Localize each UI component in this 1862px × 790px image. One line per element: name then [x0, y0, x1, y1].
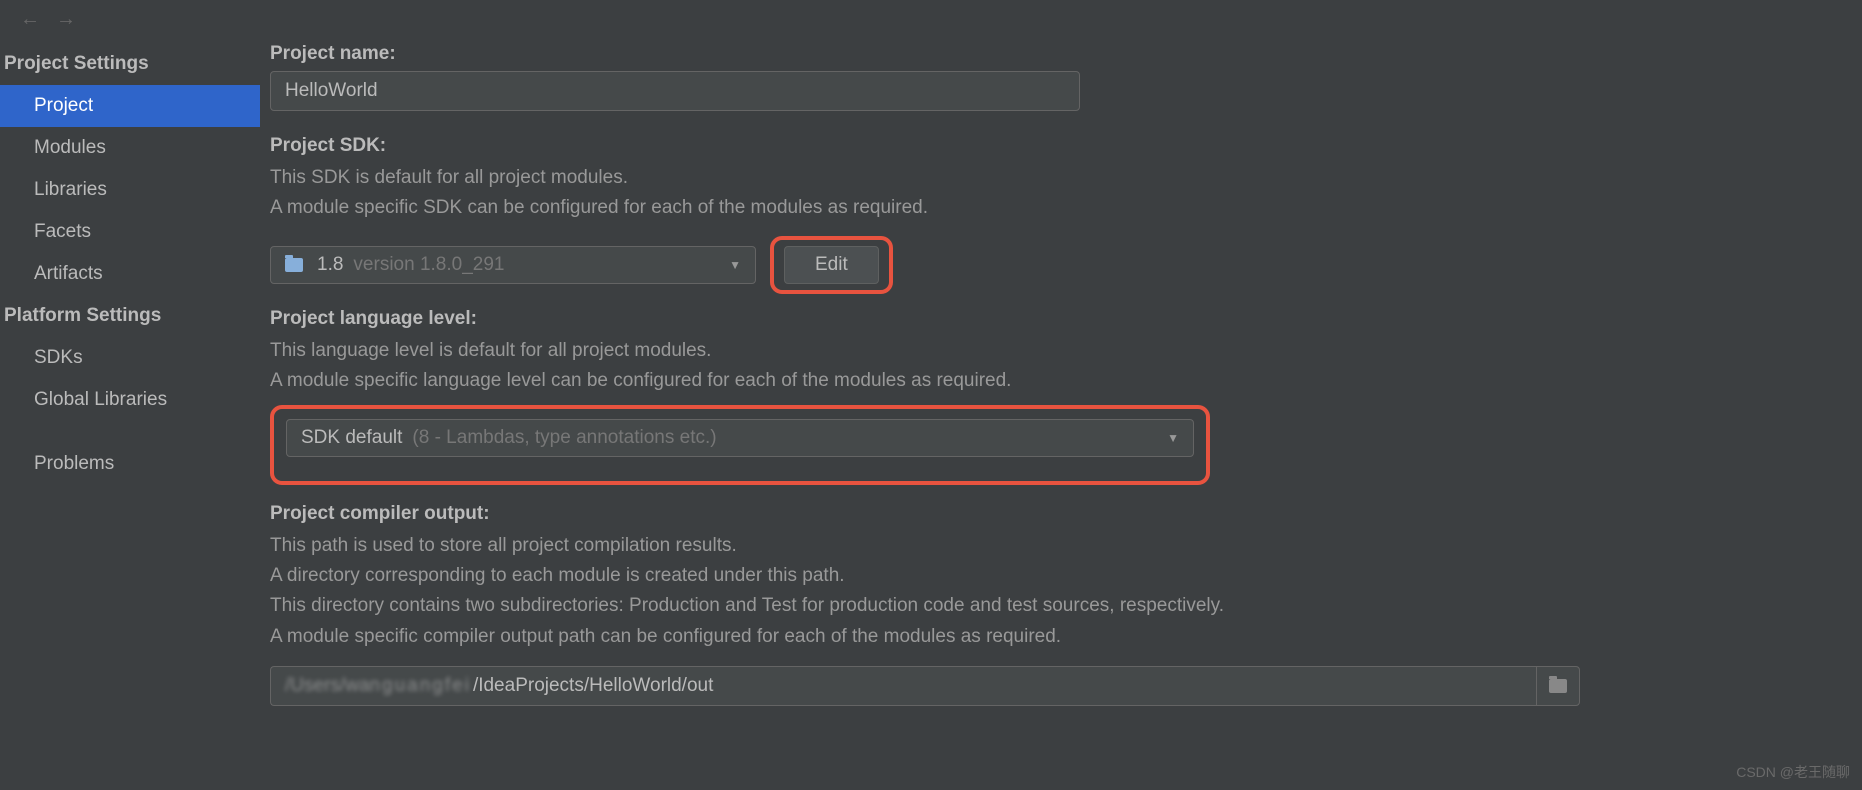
sdk-version: version 1.8.0_291	[353, 254, 504, 276]
project-sdk-desc1: This SDK is default for all project modu…	[270, 163, 1832, 193]
browse-button[interactable]	[1536, 666, 1580, 706]
main-panel: Project name: Project SDK: This SDK is d…	[260, 39, 1862, 790]
edit-highlight: Edit	[770, 236, 893, 294]
compiler-output-desc1: This path is used to store all project c…	[270, 531, 1832, 561]
chevron-down-icon: ▼	[729, 258, 741, 272]
folder-open-icon	[1549, 679, 1567, 693]
watermark: CSDN @老王随聊	[1736, 762, 1850, 782]
compiler-output-input[interactable]: /Users/wanguangfei/IdeaProjects/HelloWor…	[270, 666, 1536, 706]
compiler-output-desc2: A directory corresponding to each module…	[270, 561, 1832, 591]
compiler-output-label: Project compiler output:	[270, 503, 1832, 525]
sidebar-item-libraries[interactable]: Libraries	[0, 169, 260, 211]
edit-button[interactable]: Edit	[784, 246, 879, 284]
back-arrow-icon[interactable]: ←	[20, 8, 40, 31]
sidebar-item-artifacts[interactable]: Artifacts	[0, 253, 260, 295]
language-level-detail: (8 - Lambdas, type annotations etc.)	[412, 427, 716, 449]
sidebar-item-modules[interactable]: Modules	[0, 127, 260, 169]
project-sdk-desc2: A module specific SDK can be configured …	[270, 193, 1832, 223]
sidebar-item-problems[interactable]: Problems	[0, 443, 260, 485]
language-level-desc1: This language level is default for all p…	[270, 336, 1832, 366]
compiler-output-desc3: This directory contains two subdirectori…	[270, 591, 1832, 621]
language-level-desc2: A module specific language level can be …	[270, 366, 1832, 396]
sidebar-item-facets[interactable]: Facets	[0, 211, 260, 253]
platform-settings-heading: Platform Settings	[0, 295, 260, 337]
project-sdk-label: Project SDK:	[270, 135, 1832, 157]
folder-icon	[285, 258, 303, 272]
sidebar-item-sdks[interactable]: SDKs	[0, 337, 260, 379]
language-level-main: SDK default	[301, 427, 402, 449]
path-obscured-prefix: /Users/wan	[285, 675, 380, 697]
language-level-highlight: SDK default (8 - Lambdas, type annotatio…	[270, 405, 1210, 485]
project-sdk-dropdown[interactable]: 1.8 version 1.8.0_291 ▼	[270, 246, 756, 284]
language-level-dropdown[interactable]: SDK default (8 - Lambdas, type annotatio…	[286, 419, 1194, 457]
path-suffix: /IdeaProjects/HelloWorld/out	[473, 675, 713, 697]
project-settings-heading: Project Settings	[0, 43, 260, 85]
forward-arrow-icon[interactable]: →	[56, 8, 76, 31]
compiler-output-desc4: A module specific compiler output path c…	[270, 622, 1832, 652]
sidebar-item-project[interactable]: Project	[0, 85, 260, 127]
sidebar-item-global-libraries[interactable]: Global Libraries	[0, 379, 260, 421]
project-name-input[interactable]	[270, 71, 1080, 111]
language-level-label: Project language level:	[270, 308, 1832, 330]
chevron-down-icon: ▼	[1167, 431, 1179, 445]
sidebar: Project Settings Project Modules Librari…	[0, 39, 260, 790]
project-name-label: Project name:	[270, 43, 1832, 65]
sdk-name: 1.8	[317, 254, 343, 276]
